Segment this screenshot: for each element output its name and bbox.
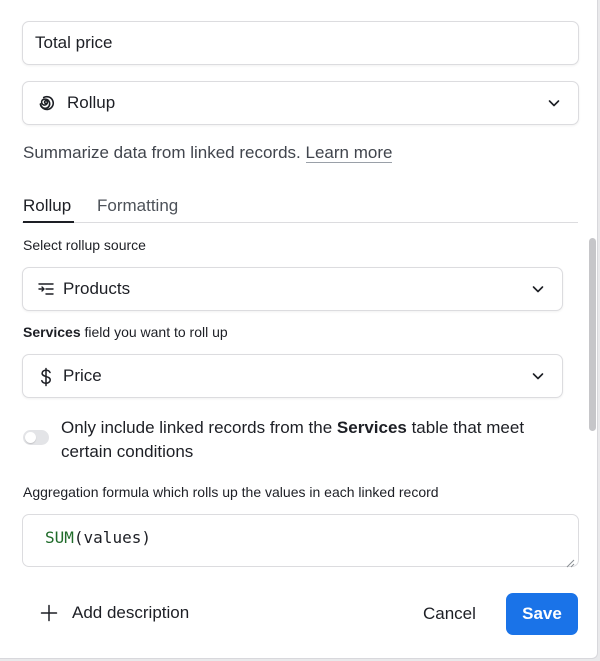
aggregation-label: Aggregation formula which rolls up the v… <box>23 484 439 500</box>
field-type-select[interactable]: Rollup <box>22 81 579 125</box>
aggregation-formula-input[interactable]: SUM(values) <box>22 514 579 568</box>
rollup-source-value: Products <box>63 279 131 298</box>
formula-args: (values) <box>73 528 151 547</box>
field-config-panel: Total price Rollup Summarize data from l… <box>0 0 598 659</box>
linked-table-icon <box>37 280 55 298</box>
config-tabs: Rollup Formatting <box>22 193 578 223</box>
chevron-down-icon <box>530 281 546 297</box>
rollup-field-select[interactable]: Price <box>22 354 563 398</box>
add-description-label: Add description <box>72 603 190 622</box>
add-description-button[interactable]: Add description <box>40 603 189 623</box>
rollup-source-label: Select rollup source <box>23 237 146 253</box>
field-name-value: Total price <box>35 33 113 52</box>
save-button[interactable]: Save <box>506 593 578 635</box>
field-name-input[interactable]: Total price <box>22 21 579 65</box>
learn-more-link[interactable]: Learn more <box>305 143 393 163</box>
chevron-down-icon <box>530 368 546 384</box>
formula-function: SUM <box>45 528 74 547</box>
conditions-toggle-label: Only include linked records from the Ser… <box>61 418 525 461</box>
chevron-down-icon <box>546 95 562 111</box>
toggle-knob <box>25 432 36 443</box>
rollup-spiral-icon <box>35 92 57 114</box>
field-type-label: Rollup <box>67 93 116 112</box>
tab-rollup[interactable]: Rollup <box>23 196 75 223</box>
resize-handle-icon[interactable] <box>565 553 575 568</box>
tab-formatting[interactable]: Formatting <box>97 196 178 216</box>
rollup-field-value: Price <box>63 366 102 385</box>
rollup-source-select[interactable]: Products <box>22 267 563 311</box>
dollar-icon <box>37 367 55 387</box>
cancel-button[interactable]: Cancel <box>423 604 476 624</box>
conditions-toggle[interactable] <box>23 430 49 445</box>
field-type-description: Summarize data from linked records. Lear… <box>23 143 393 163</box>
plus-icon <box>40 604 58 622</box>
rollup-field-label: Services field you want to roll up <box>23 324 228 340</box>
scrollbar[interactable] <box>589 238 596 431</box>
